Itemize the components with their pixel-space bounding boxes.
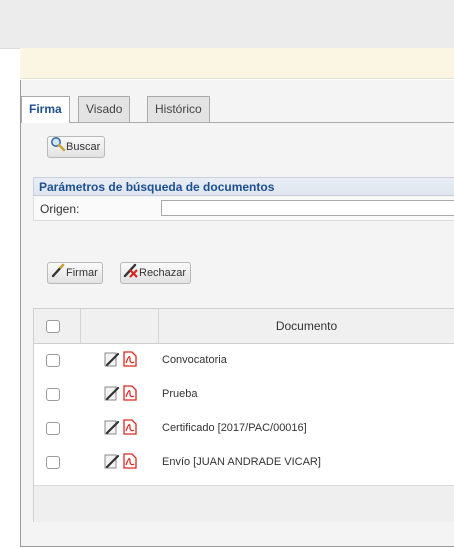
document-name[interactable]: Prueba: [162, 388, 197, 400]
search-params-title: Parámetros de búsqueda de documentos: [33, 177, 454, 196]
top-bar: [0, 0, 454, 49]
sign-document-icon[interactable]: [104, 351, 120, 367]
sign-button-label: Firmar: [66, 267, 98, 279]
pen-icon: [50, 262, 66, 285]
column-header-documento: Documento: [275, 319, 338, 333]
document-name[interactable]: Convocatoria: [162, 354, 227, 366]
table-row: Certificado [2017/PAC/00016]: [34, 411, 454, 445]
table-row: Convocatoria: [34, 343, 454, 377]
reject-button[interactable]: Rechazar: [120, 262, 192, 285]
row-checkbox[interactable]: [46, 388, 60, 401]
row-checkbox[interactable]: [46, 456, 60, 469]
pdf-icon[interactable]: [122, 419, 138, 435]
pdf-icon[interactable]: [122, 453, 138, 469]
magnifier-icon: [50, 136, 66, 159]
documents-table: Documento Convocatoria Prueba Certificad…: [33, 308, 454, 522]
search-button-label: Buscar: [66, 141, 101, 153]
origin-row: Origen:: [33, 197, 454, 221]
table-footer: [34, 485, 454, 522]
select-all-checkbox[interactable]: [46, 320, 60, 333]
tab-historico[interactable]: Histórico: [147, 96, 210, 122]
table-row: Prueba: [34, 377, 454, 411]
main-panel: Firma Visado Histórico Buscar Parámetros…: [20, 80, 454, 547]
tab-visado[interactable]: Visado: [78, 96, 131, 122]
sign-button[interactable]: Firmar: [47, 262, 103, 284]
sign-document-icon[interactable]: [104, 385, 120, 401]
row-checkbox[interactable]: [46, 354, 60, 367]
sign-document-icon[interactable]: [104, 453, 120, 469]
notice-bar: [20, 48, 454, 79]
table-row: Envío [JUAN ANDRADE VICAR]: [34, 445, 454, 479]
pdf-icon[interactable]: [122, 351, 138, 367]
pdf-icon[interactable]: [122, 385, 138, 401]
search-button[interactable]: Buscar: [47, 136, 106, 159]
tab-bar: Firma Visado Histórico: [21, 86, 454, 123]
pen-cross-icon: [123, 262, 139, 285]
origin-input[interactable]: [161, 200, 454, 216]
origin-label: Origen:: [40, 202, 80, 216]
document-name[interactable]: Envío [JUAN ANDRADE VICAR]: [162, 456, 321, 468]
sign-document-icon[interactable]: [104, 419, 120, 435]
column-divider: [80, 309, 81, 343]
row-checkbox[interactable]: [46, 422, 60, 435]
tab-firma[interactable]: Firma: [21, 96, 70, 123]
reject-button-label: Rechazar: [139, 267, 187, 279]
table-header: Documento: [34, 309, 454, 344]
document-name[interactable]: Certificado [2017/PAC/00016]: [162, 422, 307, 434]
